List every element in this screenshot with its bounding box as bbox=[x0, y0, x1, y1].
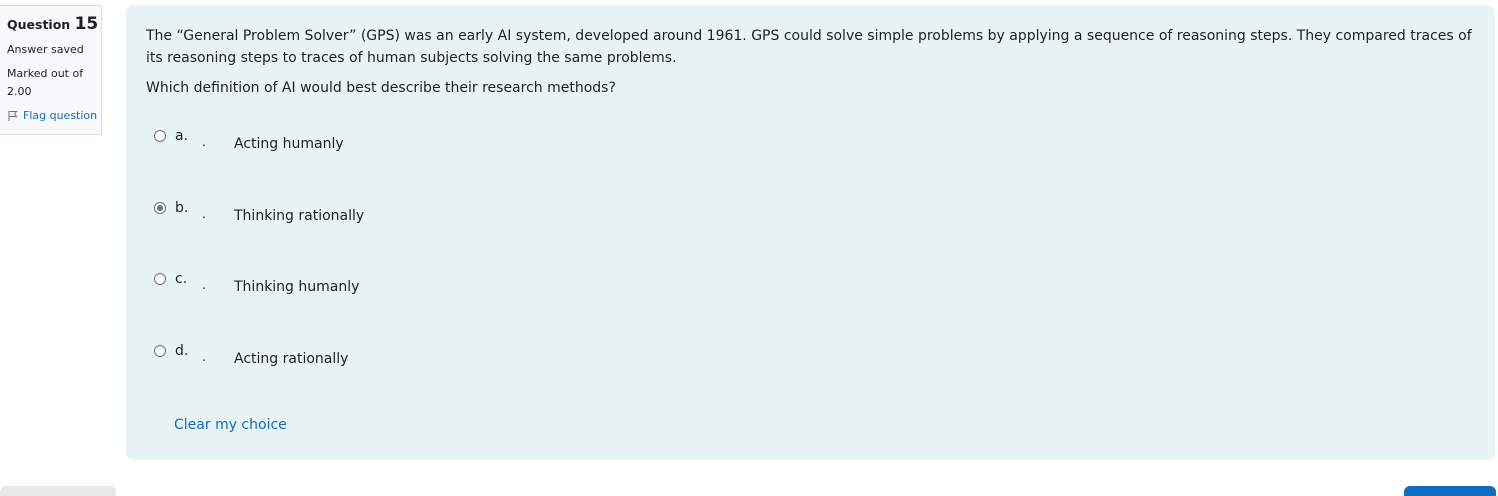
answer-option-d[interactable]: d. . Acting rationally bbox=[154, 342, 754, 414]
previous-page-button-edge[interactable] bbox=[0, 486, 116, 496]
option-letter: b. bbox=[175, 199, 189, 216]
answer-option-b[interactable]: b. . Thinking rationally bbox=[154, 199, 754, 271]
question-content: The “General Problem Solver” (GPS) was a… bbox=[126, 5, 1495, 460]
question-state: Answer saved bbox=[7, 43, 84, 56]
answer-option-c[interactable]: c. . Thinking humanly bbox=[154, 270, 754, 342]
question-grade: Marked out of 2.00 bbox=[7, 67, 84, 98]
radio-button-a[interactable] bbox=[154, 130, 166, 142]
question-info-panel: Question 15 Answer saved Marked out of 2… bbox=[0, 5, 102, 135]
option-separator: . bbox=[202, 135, 206, 149]
radio-button-b[interactable] bbox=[154, 201, 166, 214]
option-label[interactable]: Acting humanly bbox=[234, 135, 344, 153]
question-number: 15 bbox=[74, 14, 99, 34]
question-text-paragraph: The “General Problem Solver” (GPS) was a… bbox=[146, 28, 1472, 66]
answer-options: a. . Acting humanly b. . Thinking ration… bbox=[154, 127, 754, 413]
radio-button-d[interactable] bbox=[154, 344, 166, 357]
radio-button-c[interactable] bbox=[154, 273, 166, 285]
clear-my-choice-link[interactable]: Clear my choice bbox=[174, 415, 287, 435]
question-heading: Question 15 bbox=[7, 14, 101, 35]
next-page-button-edge[interactable] bbox=[1404, 486, 1496, 496]
question-label: Question bbox=[7, 17, 71, 32]
option-label[interactable]: Thinking humanly bbox=[234, 278, 359, 296]
flag-question-label: Flag question bbox=[23, 109, 98, 122]
flag-question-link[interactable]: Flag question bbox=[7, 109, 101, 122]
option-label[interactable]: Acting rationally bbox=[234, 350, 348, 368]
option-separator: . bbox=[202, 206, 206, 221]
flag-icon bbox=[8, 110, 18, 121]
option-letter: d. bbox=[175, 342, 189, 359]
option-separator: . bbox=[202, 349, 206, 364]
question-prompt: Which definition of AI would best descri… bbox=[146, 80, 616, 96]
question-text: The “General Problem Solver” (GPS) was a… bbox=[146, 25, 1495, 99]
option-letter: c. bbox=[175, 271, 188, 287]
option-letter: a. bbox=[175, 128, 189, 144]
answer-option-a[interactable]: a. . Acting humanly bbox=[154, 127, 754, 199]
option-separator: . bbox=[202, 278, 206, 292]
option-label[interactable]: Thinking rationally bbox=[234, 207, 364, 225]
